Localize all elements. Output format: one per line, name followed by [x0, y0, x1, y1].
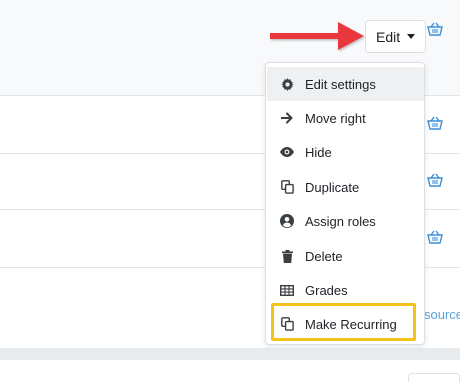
- menu-item-hide[interactable]: Hide: [267, 135, 424, 169]
- basket-icon[interactable]: [427, 22, 443, 36]
- section-divider: [0, 348, 460, 360]
- course-page: source Edit Edit settings Move right Hid…: [0, 0, 460, 382]
- basket-icon[interactable]: [427, 116, 443, 130]
- user-icon: [280, 214, 294, 228]
- menu-item-label: Move right: [305, 110, 366, 126]
- next-section: [0, 360, 460, 382]
- edit-dropdown-button[interactable]: Edit: [365, 20, 426, 53]
- menu-item-grades[interactable]: Grades: [267, 273, 424, 307]
- menu-item-label: Hide: [305, 144, 332, 160]
- menu-item-label: Grades: [305, 282, 348, 298]
- menu-item-label: Delete: [305, 248, 343, 264]
- menu-item-label: Edit settings: [305, 76, 376, 92]
- next-section-control[interactable]: [408, 373, 460, 382]
- trash-icon: [280, 249, 294, 263]
- menu-item-make-recurring[interactable]: Make Recurring: [267, 307, 424, 341]
- arrow-right-icon: [280, 111, 294, 125]
- resource-link[interactable]: source: [424, 307, 460, 322]
- basket-icon[interactable]: [427, 230, 443, 244]
- table-icon: [280, 283, 294, 297]
- menu-item-label: Assign roles: [305, 213, 376, 229]
- red-arrow-annotation: [270, 22, 364, 50]
- caret-down-icon: [407, 34, 416, 39]
- menu-item-assign-roles[interactable]: Assign roles: [267, 204, 424, 238]
- copy-icon: [280, 180, 294, 194]
- gear-icon: [280, 77, 294, 91]
- menu-item-move-right[interactable]: Move right: [267, 101, 424, 135]
- menu-item-label: Duplicate: [305, 179, 360, 195]
- menu-item-delete[interactable]: Delete: [267, 239, 424, 273]
- edit-dropdown-menu: Edit settings Move right Hide Duplicate: [265, 62, 425, 345]
- menu-item-label: Make Recurring: [305, 316, 397, 332]
- edit-button-label: Edit: [376, 28, 401, 45]
- basket-icon[interactable]: [427, 173, 443, 187]
- menu-item-edit-settings[interactable]: Edit settings: [267, 67, 424, 101]
- menu-item-duplicate[interactable]: Duplicate: [267, 170, 424, 204]
- eye-icon: [280, 145, 294, 159]
- copy-icon: [280, 317, 294, 331]
